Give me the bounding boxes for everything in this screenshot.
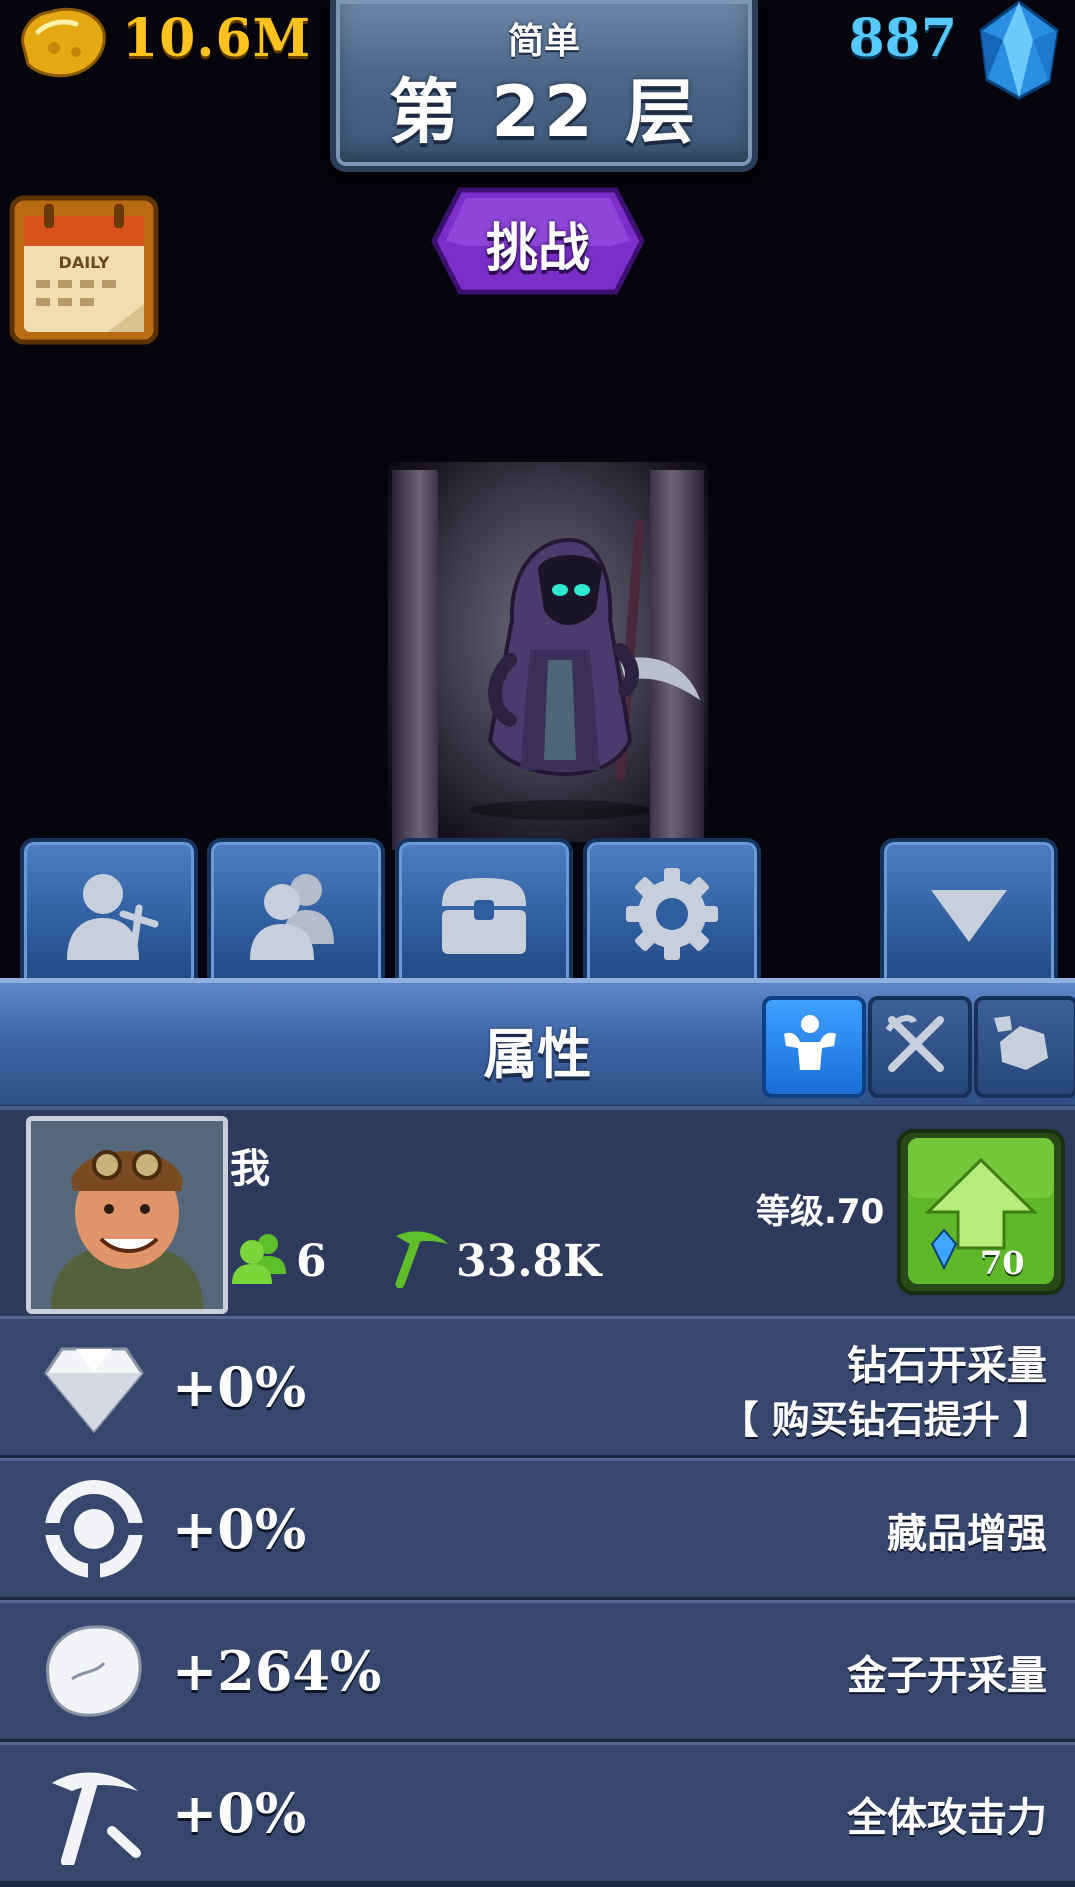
daily-text: DAILY [59, 253, 110, 272]
treasure-chest-icon [442, 878, 526, 954]
stat-value: +0% [172, 1497, 307, 1561]
stat-value: +264% [172, 1639, 382, 1703]
miner-count-icon [232, 1234, 286, 1284]
crossed-picks-icon [885, 1015, 944, 1072]
tab-team-miners[interactable] [207, 838, 385, 982]
mining-power: 33.8K [456, 1236, 602, 1287]
challenge-label: 挑战 [485, 219, 590, 279]
collectible-ring-icon [42, 1480, 146, 1581]
strength-icon [784, 1015, 836, 1070]
tab-settings[interactable] [583, 838, 761, 982]
miner-portrait [31, 1121, 223, 1309]
floor-panel: 简单 第 22 层 [330, 0, 758, 172]
pickaxe-icon [52, 1772, 141, 1865]
upgrade-cost: 70 [980, 1244, 1025, 1282]
collapse-arrow-icon [931, 890, 1007, 942]
miner-count: 6 [296, 1236, 327, 1287]
avatar [26, 1116, 228, 1314]
stat-row-gold[interactable]: +264% 金子开采量 [0, 1600, 1075, 1745]
daily-calendar-icon[interactable]: DAILY [8, 194, 160, 346]
stat-value: +0% [172, 1781, 307, 1845]
stat-value: +0% [172, 1355, 307, 1419]
stat-row-collectible[interactable]: +0% 藏品增强 [0, 1458, 1075, 1603]
tab-treasure-chest[interactable] [395, 838, 573, 982]
player-level: 等级.70 [756, 1192, 885, 1232]
subtab-strength[interactable] [762, 996, 866, 1098]
subtab-combat[interactable] [868, 996, 972, 1098]
stat-name: 金子开采量 [847, 1653, 1047, 1699]
stat-name: 钻石开采量 [847, 1343, 1047, 1389]
gold-amount: 10.6M [122, 8, 312, 69]
tab-miner-profile[interactable] [20, 838, 198, 982]
stat-name: 藏品增强 [887, 1511, 1047, 1557]
floor-label: 第 22 层 [388, 71, 700, 153]
reaper-boss[interactable] [420, 480, 710, 820]
gold-nugget-icon [21, 7, 106, 78]
player-name: 我 [230, 1146, 270, 1192]
miner-profile-icon [67, 874, 159, 960]
subtab-ore[interactable] [974, 996, 1075, 1098]
stat-hint[interactable]: 【 购买钻石提升 】 [721, 1389, 1051, 1444]
stat-row-diamond[interactable]: +0% 钻石开采量 【 购买钻石提升 】 [0, 1316, 1075, 1461]
gem-amount: 887 [848, 8, 957, 69]
stat-row-attack[interactable]: +0% 全体攻击力 [0, 1742, 1075, 1887]
settings-gear-icon [626, 868, 718, 960]
pickaxe-power-icon [395, 1231, 448, 1288]
ore-rock-icon [994, 1016, 1048, 1070]
team-miners-icon [250, 874, 334, 960]
diamond-icon [44, 1347, 144, 1434]
tab-collapse[interactable] [880, 838, 1058, 982]
blue-gem-icon [979, 0, 1059, 100]
stat-name: 全体攻击力 [847, 1795, 1047, 1841]
gold-ore-icon [46, 1625, 142, 1717]
